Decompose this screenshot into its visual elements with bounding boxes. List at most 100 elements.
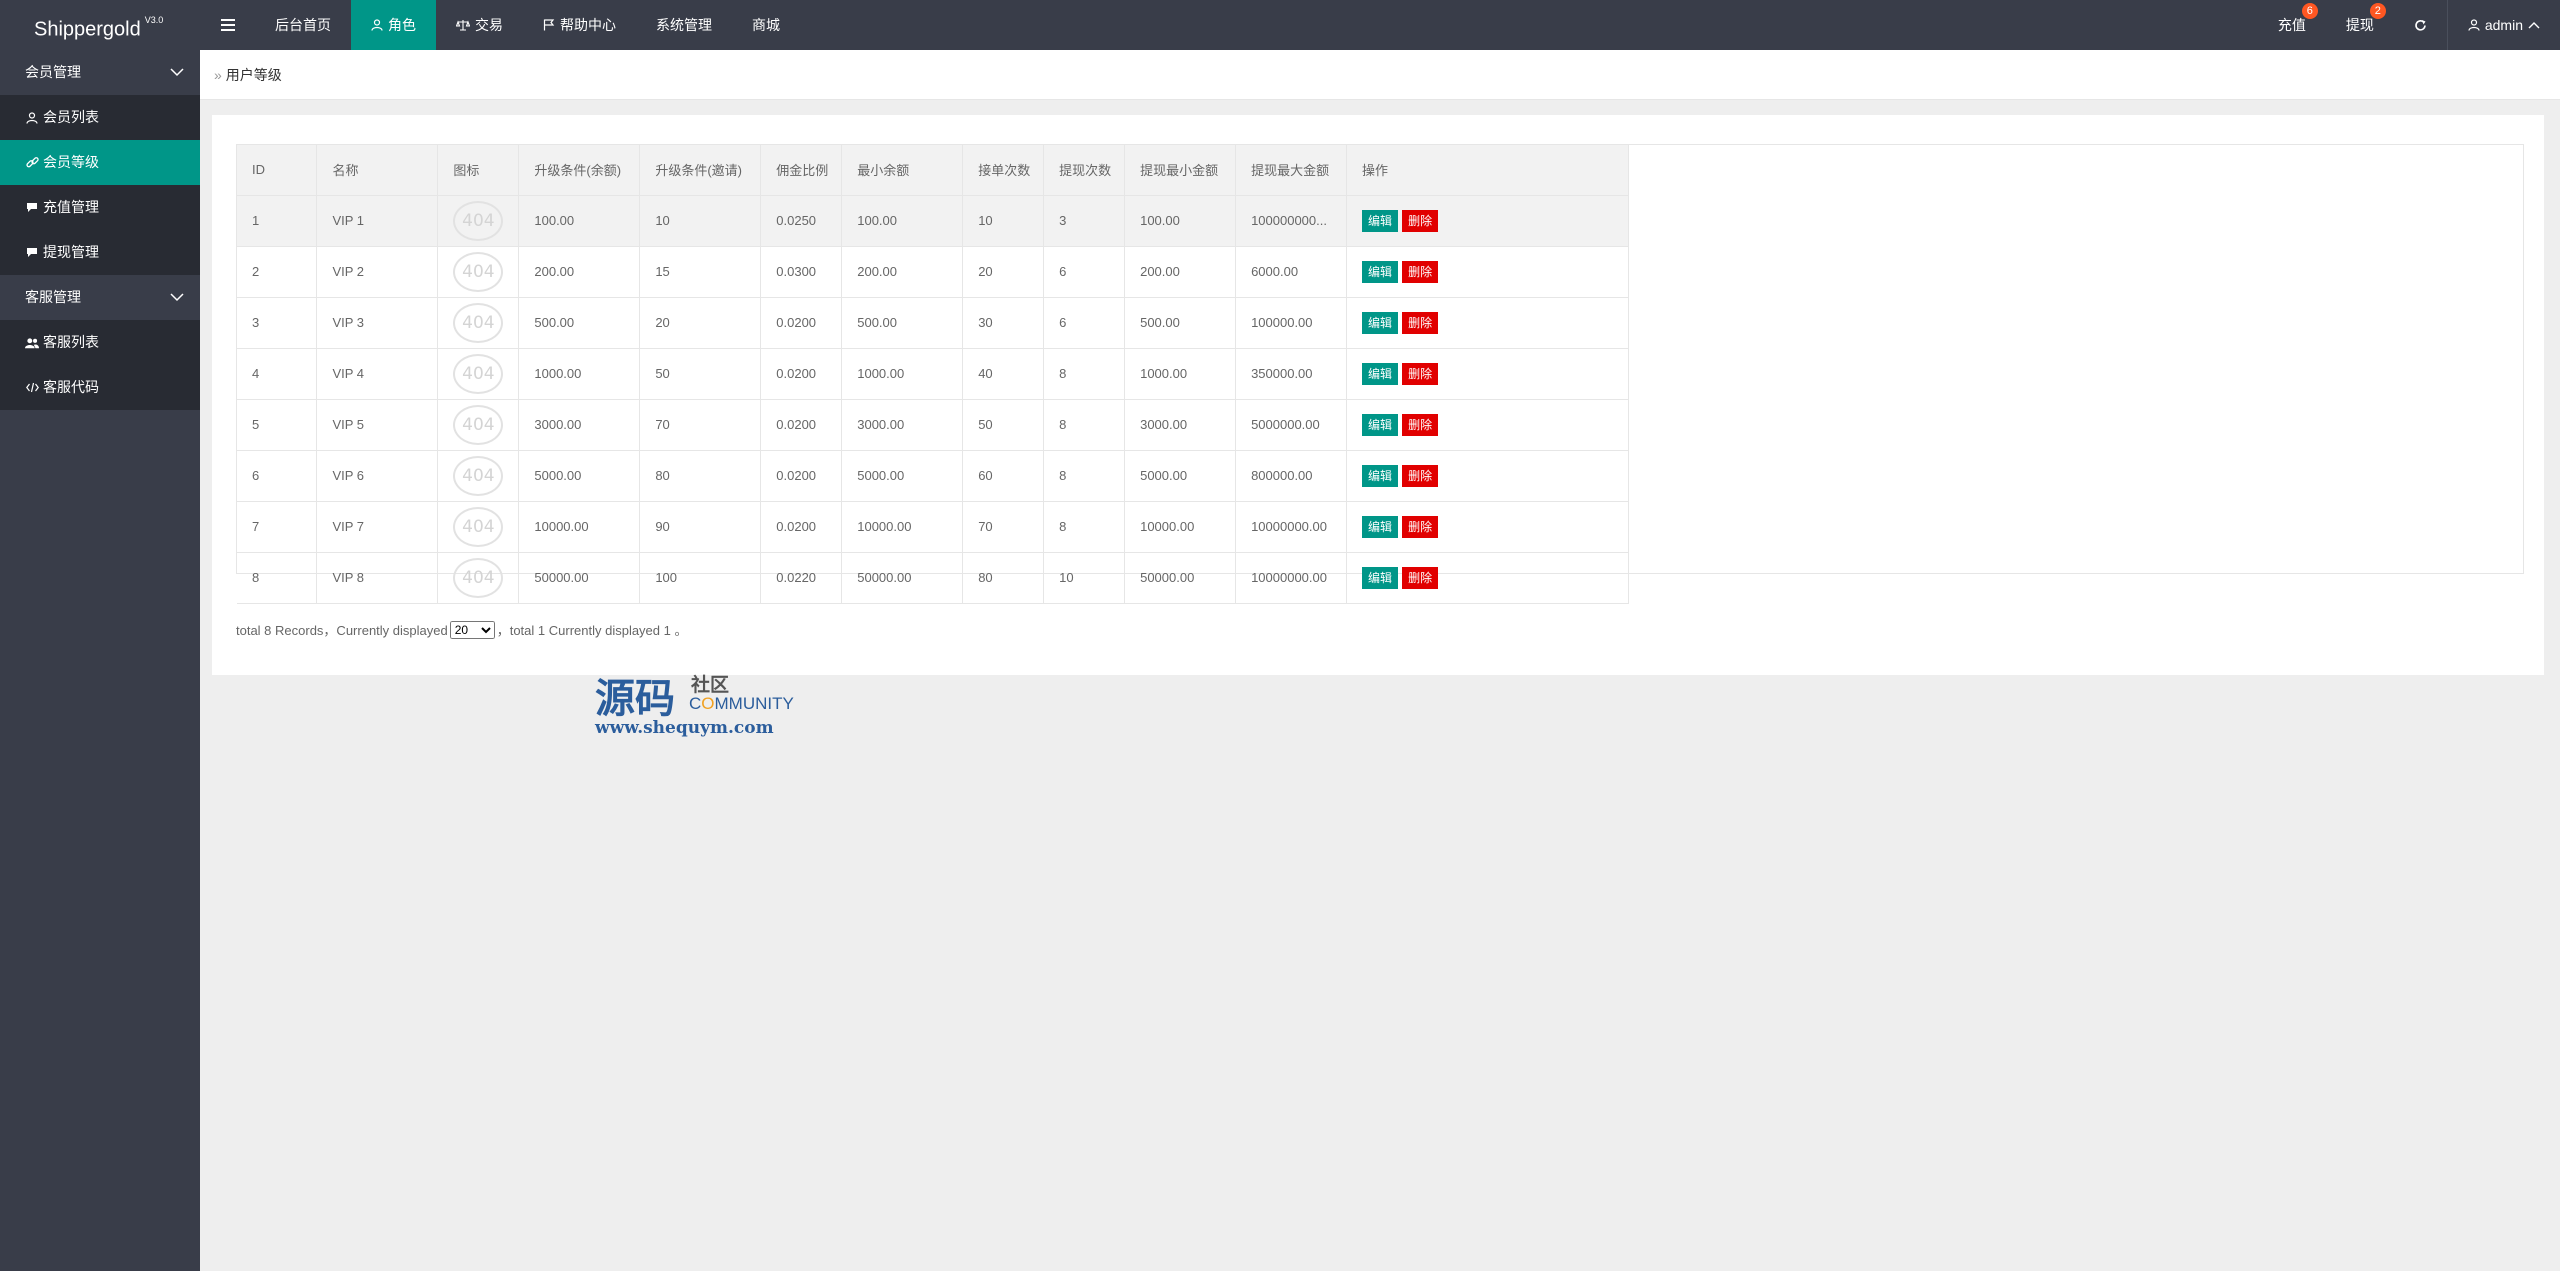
table-cell: 20 bbox=[962, 246, 1045, 298]
nav-shop[interactable]: 商城 bbox=[732, 0, 800, 50]
sidebar-item-label: 客服代码 bbox=[43, 379, 99, 395]
table-cell: 500.00 bbox=[1124, 297, 1237, 349]
table-cell: 8 bbox=[1043, 399, 1126, 451]
watermark-o: O bbox=[701, 694, 715, 713]
table-cell: 500.00 bbox=[841, 297, 964, 349]
hamburger-icon bbox=[220, 19, 235, 31]
column-header[interactable]: 最小余额 bbox=[841, 145, 964, 196]
page-size-select[interactable]: 20 bbox=[449, 620, 495, 639]
table-cell: 0.0200 bbox=[760, 297, 843, 349]
withdraw-button[interactable]: 提现 2 bbox=[2326, 0, 2394, 50]
sidebar-item-withdraw[interactable]: 提现管理 bbox=[0, 230, 200, 275]
actions-cell: 编辑 删除 bbox=[1346, 297, 1629, 349]
table-cell: 20 bbox=[639, 297, 762, 349]
delete-button[interactable]: 删除 bbox=[1402, 413, 1439, 436]
table-cell: 5000000.00 bbox=[1235, 399, 1348, 451]
edit-button[interactable]: 编辑 bbox=[1362, 209, 1399, 232]
nav-help[interactable]: 帮助中心 bbox=[523, 0, 636, 50]
actions-cell: 编辑 删除 bbox=[1346, 450, 1629, 502]
nav-system[interactable]: 系统管理 bbox=[636, 0, 732, 50]
delete-button[interactable]: 删除 bbox=[1402, 566, 1439, 589]
broken-image-icon: 404 bbox=[453, 404, 504, 445]
column-header[interactable]: 图标 bbox=[437, 145, 520, 196]
nav-home[interactable]: 后台首页 bbox=[255, 0, 351, 50]
table-cell: 70 bbox=[962, 501, 1045, 553]
watermark-rest: MMUNITY bbox=[714, 694, 794, 713]
edit-button[interactable]: 编辑 bbox=[1362, 413, 1399, 436]
table-cell: 50 bbox=[639, 348, 762, 400]
edit-button[interactable]: 编辑 bbox=[1362, 566, 1399, 589]
table-cell: 100.00 bbox=[841, 195, 964, 247]
top-nav-right: 充值 6 提现 2 admin bbox=[2258, 0, 2560, 50]
delete-button[interactable]: 删除 bbox=[1402, 362, 1439, 385]
sidebar-item-recharge[interactable]: 充值管理 bbox=[0, 185, 200, 230]
logo[interactable]: Shippergold V3.0 bbox=[0, 0, 200, 50]
delete-button[interactable]: 删除 bbox=[1402, 260, 1439, 283]
nav-system-label: 系统管理 bbox=[656, 17, 712, 33]
table-cell: 70 bbox=[639, 399, 762, 451]
column-header[interactable]: 升级条件(余额) bbox=[518, 145, 641, 196]
sidebar-item-label: 提现管理 bbox=[43, 244, 99, 260]
sidebar-item-support-code[interactable]: 客服代码 bbox=[0, 365, 200, 410]
table-container: ID 名称 图标 升级条件(余额) 升级条件(邀请) 佣金比例 最小余额 接单次… bbox=[236, 144, 2524, 604]
edit-button[interactable]: 编辑 bbox=[1362, 464, 1399, 487]
column-header[interactable]: 佣金比例 bbox=[760, 145, 843, 196]
sidebar-group-support[interactable]: 客服管理 bbox=[0, 275, 200, 320]
recharge-button[interactable]: 充值 6 bbox=[2258, 0, 2326, 50]
sidebar-item-member-level[interactable]: 会员等级 bbox=[0, 140, 200, 185]
menu-toggle-button[interactable] bbox=[200, 0, 255, 50]
nav-role[interactable]: 角色 bbox=[351, 0, 436, 50]
column-header[interactable]: 提现次数 bbox=[1043, 145, 1126, 196]
column-header[interactable]: 接单次数 bbox=[962, 145, 1045, 196]
chevron-down-icon bbox=[170, 68, 184, 77]
column-header[interactable]: 升级条件(邀请) bbox=[639, 145, 762, 196]
watermark-logo: 源码 社区 COMMUNITY www.shequym.com bbox=[595, 666, 805, 741]
table-row: 5 VIP 5 404 3000.00 70 0.0200 3000.00 50 8 3000.0… bbox=[237, 399, 1629, 451]
table-cell: 1000.00 bbox=[1124, 348, 1237, 400]
table-cell: 10000000.00 bbox=[1235, 552, 1348, 604]
edit-button[interactable]: 编辑 bbox=[1362, 311, 1399, 334]
pagination: total 8 Records，Currently displayed 20 ，… bbox=[236, 620, 687, 639]
user-menu[interactable]: admin bbox=[2448, 0, 2560, 50]
edit-button[interactable]: 编辑 bbox=[1362, 515, 1399, 538]
delete-button[interactable]: 删除 bbox=[1402, 515, 1439, 538]
top-nav: 后台首页 角色 交易 帮助中心 系统管理 商城 bbox=[200, 0, 800, 50]
watermark-community-cn: 社区 bbox=[691, 675, 730, 696]
table-cell: 3 bbox=[237, 297, 318, 349]
sidebar-item-member-list[interactable]: 会员列表 bbox=[0, 95, 200, 140]
logo-text: Shippergold bbox=[34, 18, 141, 41]
table-cell: 100.00 bbox=[518, 195, 641, 247]
table-cell: 0.0220 bbox=[760, 552, 843, 604]
code-icon bbox=[25, 381, 39, 395]
delete-button[interactable]: 删除 bbox=[1402, 209, 1439, 232]
sidebar-item-label: 会员等级 bbox=[43, 154, 99, 170]
table-cell: 3000.00 bbox=[841, 399, 964, 451]
actions-cell: 编辑 删除 bbox=[1346, 195, 1629, 247]
column-header[interactable]: 名称 bbox=[316, 145, 439, 196]
sidebar-group-label: 客服管理 bbox=[25, 289, 81, 305]
delete-button[interactable]: 删除 bbox=[1402, 311, 1439, 334]
column-header[interactable]: 提现最小金额 bbox=[1124, 145, 1237, 196]
sidebar-item-support-list[interactable]: 客服列表 bbox=[0, 320, 200, 365]
column-header[interactable]: ID bbox=[237, 145, 318, 196]
table-cell: 10000.00 bbox=[841, 501, 964, 553]
delete-button[interactable]: 删除 bbox=[1402, 464, 1439, 487]
edit-button[interactable]: 编辑 bbox=[1362, 260, 1399, 283]
table-cell: 0.0250 bbox=[760, 195, 843, 247]
column-header[interactable]: 提现最大金额 bbox=[1235, 145, 1348, 196]
column-header[interactable]: 操作 bbox=[1346, 145, 1629, 196]
edit-button[interactable]: 编辑 bbox=[1362, 362, 1399, 385]
table-cell: 100000000... bbox=[1235, 195, 1348, 247]
sidebar-group-members[interactable]: 会员管理 bbox=[0, 50, 200, 95]
table-cell: 40 bbox=[962, 348, 1045, 400]
actions-cell: 编辑 删除 bbox=[1346, 246, 1629, 298]
table-cell: 350000.00 bbox=[1235, 348, 1348, 400]
refresh-button[interactable] bbox=[2394, 0, 2447, 50]
table-cell: 1000.00 bbox=[841, 348, 964, 400]
watermark-url: www.shequym.com bbox=[595, 718, 774, 738]
table-row: 8 VIP 8 404 50000.00 100 0.0220 50000.00 80 10 50… bbox=[237, 552, 1629, 604]
sidebar-item-label: 充值管理 bbox=[43, 199, 99, 215]
nav-help-label: 帮助中心 bbox=[560, 17, 616, 33]
nav-trade[interactable]: 交易 bbox=[436, 0, 523, 50]
table-cell: 0.0300 bbox=[760, 246, 843, 298]
